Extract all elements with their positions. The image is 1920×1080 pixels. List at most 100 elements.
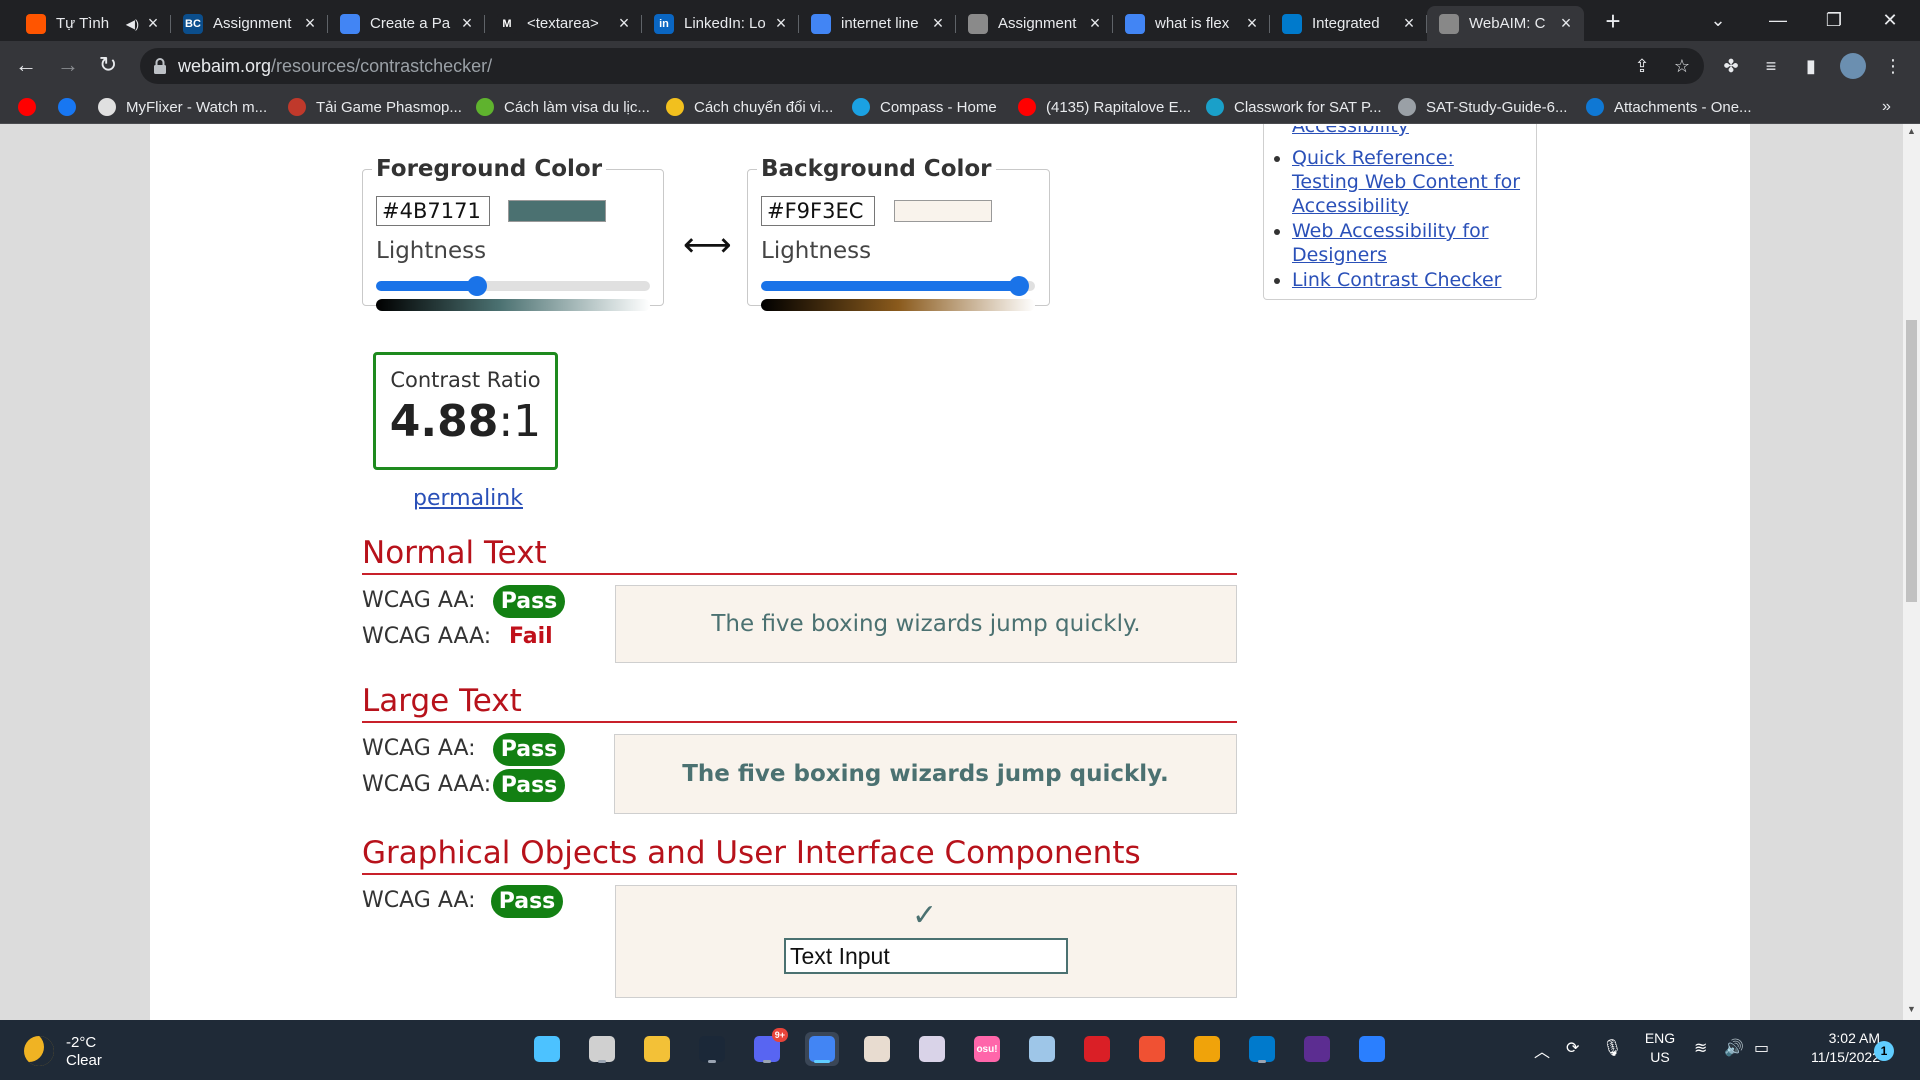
- profile-avatar[interactable]: [1840, 53, 1866, 79]
- vscode-icon[interactable]: [1245, 1032, 1279, 1066]
- language-indicator[interactable]: ENG US: [1642, 1029, 1678, 1067]
- tab-10[interactable]: WebAIM: C ×: [1427, 6, 1584, 41]
- tab-5[interactable]: in LinkedIn: Lo ×: [642, 6, 799, 41]
- bookmark-item[interactable]: Cách chuyển đổi vi...: [666, 95, 833, 119]
- close-window-button[interactable]: ✕: [1862, 0, 1918, 41]
- background-lightness-slider[interactable]: [761, 281, 1035, 291]
- youtube-icon: [18, 98, 36, 116]
- running-indicator: [1258, 1060, 1266, 1063]
- bookmark-item[interactable]: Attachments - One...: [1586, 95, 1752, 119]
- foreground-hex-input[interactable]: #4B7171: [376, 196, 490, 226]
- sample-text-input[interactable]: Text Input: [784, 938, 1068, 974]
- tab-close-icon[interactable]: ×: [928, 13, 948, 34]
- extensions-puzzle-icon[interactable]: ✤: [1718, 53, 1744, 79]
- foreground-color-picker[interactable]: [508, 200, 606, 222]
- tab-close-icon[interactable]: ×: [1399, 13, 1419, 34]
- chrome-icon[interactable]: [805, 1032, 839, 1066]
- visual-studio-icon[interactable]: [1300, 1032, 1334, 1066]
- background-color-picker[interactable]: [894, 200, 992, 222]
- remote-icon[interactable]: [1355, 1032, 1389, 1066]
- scrollbar-thumb[interactable]: [1906, 320, 1917, 602]
- weather-widget[interactable]: -2°C Clear: [24, 1032, 164, 1072]
- sidebar-item-link-contrast[interactable]: Link Contrast Checker: [1274, 268, 1524, 292]
- bookmark-item[interactable]: SAT-Study-Guide-6...: [1398, 95, 1567, 119]
- volume-icon[interactable]: 🔊: [1724, 1038, 1744, 1058]
- speaker-icon[interactable]: ◀): [126, 17, 139, 31]
- scroll-down-arrow-icon[interactable]: ▼: [1903, 1004, 1920, 1018]
- sync-icon[interactable]: ⟳: [1566, 1038, 1579, 1058]
- address-bar[interactable]: webaim.org/resources/contrastchecker/ ⇪ …: [140, 48, 1704, 84]
- tab-close-icon[interactable]: ×: [143, 13, 163, 34]
- bookmark-item[interactable]: Classwork for SAT P...: [1206, 95, 1382, 119]
- tab-2[interactable]: BC Assignment ×: [171, 6, 328, 41]
- tab-search-chevron-icon[interactable]: ⌄: [1690, 0, 1746, 41]
- tab-6[interactable]: internet line ×: [799, 6, 956, 41]
- foreground-lightness-slider[interactable]: [376, 281, 650, 291]
- microphone-icon[interactable]: 🎙: [1602, 1038, 1622, 1058]
- share-icon[interactable]: ⇪: [1630, 54, 1654, 78]
- side-panel-icon[interactable]: ▮: [1798, 53, 1824, 79]
- lock-icon[interactable]: [152, 57, 168, 75]
- wifi-icon[interactable]: ≋: [1694, 1038, 1707, 1058]
- tab-4[interactable]: M <textarea> ×: [485, 6, 642, 41]
- background-hex-input[interactable]: #F9F3EC: [761, 196, 875, 226]
- tab-8[interactable]: what is flex ×: [1113, 6, 1270, 41]
- start-icon[interactable]: [530, 1032, 564, 1066]
- file-explorer-icon[interactable]: [640, 1032, 674, 1066]
- steam-icon[interactable]: [695, 1032, 729, 1066]
- reload-icon[interactable]: ↻: [92, 49, 124, 81]
- minimize-button[interactable]: —: [1750, 0, 1806, 41]
- system-clock[interactable]: 3:02 AM 11/15/2022: [1790, 1029, 1880, 1067]
- tab-close-icon[interactable]: ×: [771, 13, 791, 34]
- foreground-lightness-knob[interactable]: [467, 276, 487, 296]
- bookmark-item[interactable]: MyFlixer - Watch m...: [98, 95, 267, 119]
- bookmark-item[interactable]: Cách làm visa du lịc...: [476, 95, 650, 119]
- git-icon[interactable]: [1135, 1032, 1169, 1066]
- media-queue-icon[interactable]: ≡: [1758, 53, 1784, 79]
- tab-close-icon[interactable]: ×: [1242, 13, 1262, 34]
- restore-button[interactable]: ❐: [1806, 0, 1862, 41]
- bookmark-item[interactable]: [18, 95, 46, 119]
- normal-aa-status-badge: Pass: [493, 585, 565, 618]
- show-hidden-icons-chevron-icon[interactable]: ︿: [1534, 1038, 1550, 1062]
- tab-close-icon[interactable]: ×: [457, 13, 477, 34]
- tab-3[interactable]: Create a Pa ×: [328, 6, 485, 41]
- creative-cloud-icon[interactable]: [1080, 1032, 1114, 1066]
- tab-close-icon[interactable]: ×: [1085, 13, 1105, 34]
- swap-colors-button[interactable]: ⟷: [683, 225, 732, 265]
- forward-arrow-icon[interactable]: →: [52, 49, 84, 81]
- bookmark-item[interactable]: Tải Game Phasmop...: [288, 95, 462, 119]
- battery-icon[interactable]: ▭: [1754, 1038, 1769, 1058]
- anime-app-icon[interactable]: [860, 1032, 894, 1066]
- bookmark-item[interactable]: [58, 95, 86, 119]
- discord-icon[interactable]: 9+: [750, 1028, 788, 1066]
- scroll-up-arrow-icon[interactable]: ▲: [1903, 126, 1920, 140]
- url-text[interactable]: webaim.org/resources/contrastchecker/: [178, 56, 492, 77]
- task-view-icon[interactable]: [585, 1032, 619, 1066]
- page-scrollbar[interactable]: ▲ ▼: [1903, 124, 1920, 1020]
- sidebar-item-designers[interactable]: Web Accessibility for Designers: [1274, 219, 1524, 267]
- anime-app-2-icon[interactable]: [915, 1032, 949, 1066]
- osu-icon[interactable]: osu!: [970, 1032, 1004, 1066]
- more-bookmarks-icon[interactable]: »: [1882, 95, 1891, 119]
- more-menu-icon[interactable]: ⋮: [1880, 53, 1906, 79]
- tab-close-icon[interactable]: ×: [300, 13, 320, 34]
- draw-icon[interactable]: [1190, 1032, 1224, 1066]
- bookmark-item[interactable]: Compass - Home: [852, 95, 997, 119]
- bookmark-star-icon[interactable]: ☆: [1670, 54, 1694, 78]
- tab-7[interactable]: Assignment ×: [956, 6, 1113, 41]
- tab-1[interactable]: Tự Tình ◀) ×: [14, 6, 171, 41]
- sidebar-item-cutoff[interactable]: Accessibility: [1274, 126, 1524, 138]
- tab-9[interactable]: Integrated ×: [1270, 6, 1427, 41]
- notification-badge[interactable]: 1: [1874, 1041, 1894, 1061]
- bookmark-item[interactable]: (4135) Rapitalove E...: [1018, 95, 1191, 119]
- photos-icon[interactable]: [1025, 1032, 1059, 1066]
- background-lightness-knob[interactable]: [1009, 276, 1029, 296]
- new-tab-button[interactable]: +: [1598, 6, 1628, 36]
- permalink-link[interactable]: permalink: [413, 486, 523, 511]
- sidebar-item-quick-reference[interactable]: Quick Reference: Testing Web Content for…: [1274, 146, 1524, 218]
- back-arrow-icon[interactable]: ←: [10, 49, 42, 81]
- mdn-icon: M: [497, 13, 517, 34]
- tab-close-icon[interactable]: ×: [614, 13, 634, 34]
- tab-close-icon[interactable]: ×: [1556, 13, 1576, 34]
